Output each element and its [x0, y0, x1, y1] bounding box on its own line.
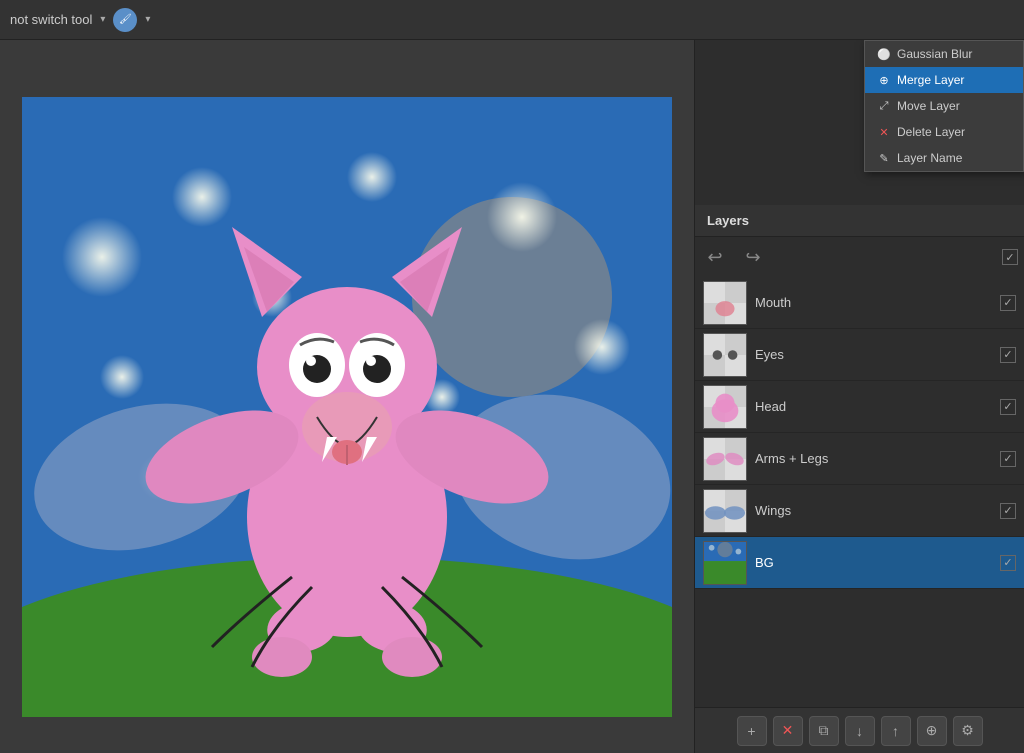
layer-item-head[interactable]: Head — [695, 381, 1024, 433]
add-layer-button[interactable]: + — [737, 716, 767, 746]
drawing-canvas[interactable] — [22, 97, 672, 717]
main-toolbar: not switch tool ▾ 🖌 ▾ — [0, 0, 1024, 40]
layer-item-bg[interactable]: BG — [695, 537, 1024, 589]
layers-panel: Layers ↩ ↪ — [695, 205, 1024, 753]
merge-layers-button[interactable]: ⊕ — [917, 716, 947, 746]
gaussian-blur-icon: ⚪ — [877, 48, 891, 61]
canvas-area — [0, 40, 694, 753]
layer-name-wings: Wings — [755, 503, 992, 518]
move-layer-icon: ⤢ — [877, 100, 891, 113]
layer-item-arms-legs[interactable]: Arms + Legs — [695, 433, 1024, 485]
move-layer-up-button[interactable]: ↑ — [881, 716, 911, 746]
tool-icon: 🖌 — [113, 8, 137, 32]
canvas-wrapper[interactable] — [22, 97, 672, 717]
layers-header: Layers — [695, 205, 1024, 237]
redo-button[interactable]: ↪ — [739, 243, 767, 271]
right-panel: ⚪ Gaussian Blur ⊕ Merge Layer ⤢ Move Lay… — [694, 40, 1024, 753]
layer-thumb-wings — [703, 489, 747, 533]
menu-item-layer-name[interactable]: ✎ Layer Name — [865, 145, 1023, 171]
layer-visible-eyes[interactable] — [1000, 347, 1016, 363]
delete-layer-icon: ✕ — [877, 126, 891, 139]
context-menu: ⚪ Gaussian Blur ⊕ Merge Layer ⤢ Move Lay… — [864, 40, 1024, 172]
brush-dropdown-arrow-icon[interactable]: ▾ — [145, 14, 150, 25]
layer-visible-arms-legs[interactable] — [1000, 451, 1016, 467]
layer-visible-mouth[interactable] — [1000, 295, 1016, 311]
layer-thumb-mouth — [703, 281, 747, 325]
undo-button[interactable]: ↩ — [701, 243, 729, 271]
layers-list: Mouth Eyes — [695, 277, 1024, 707]
layer-thumb-bg — [703, 541, 747, 585]
menu-item-merge-layer[interactable]: ⊕ Merge Layer — [865, 67, 1023, 93]
tool-dropdown-arrow-icon[interactable]: ▾ — [100, 14, 105, 25]
layer-thumb-arms-legs — [703, 437, 747, 481]
layer-name-icon: ✎ — [877, 152, 891, 165]
layer-visible-head[interactable] — [1000, 399, 1016, 415]
duplicate-layer-button[interactable]: ⧉ — [809, 716, 839, 746]
undo-redo-area: ↩ ↪ — [695, 237, 1024, 277]
move-layer-down-button[interactable]: ↓ — [845, 716, 875, 746]
layer-thumb-eyes — [703, 333, 747, 377]
layers-bottom-toolbar: + ✕ ⧉ ↓ ↑ ⊕ ⚙ — [695, 707, 1024, 753]
layer-name-arms-legs: Arms + Legs — [755, 451, 992, 466]
layer-thumb-head — [703, 385, 747, 429]
delete-layer-button[interactable]: ✕ — [773, 716, 803, 746]
merge-layer-icon: ⊕ — [877, 74, 891, 87]
layer-visible-wings[interactable] — [1000, 503, 1016, 519]
layer-name-mouth: Mouth — [755, 295, 992, 310]
menu-item-move-layer[interactable]: ⤢ Move Layer — [865, 93, 1023, 119]
layer-item-eyes[interactable]: Eyes — [695, 329, 1024, 381]
menu-item-delete-layer[interactable]: ✕ Delete Layer — [865, 119, 1023, 145]
menu-item-gaussian-blur[interactable]: ⚪ Gaussian Blur — [865, 41, 1023, 67]
layer-settings-button[interactable]: ⚙ — [953, 716, 983, 746]
tool-name-label: not switch tool — [10, 12, 92, 27]
layer-name-head: Head — [755, 399, 992, 414]
main-area: ⚪ Gaussian Blur ⊕ Merge Layer ⤢ Move Lay… — [0, 40, 1024, 753]
layer-name-eyes: Eyes — [755, 347, 992, 362]
layer-visibility-toggle[interactable] — [1002, 249, 1018, 265]
layer-item-mouth[interactable]: Mouth — [695, 277, 1024, 329]
layer-name-bg: BG — [755, 555, 992, 570]
layer-item-wings[interactable]: Wings — [695, 485, 1024, 537]
layer-visible-bg[interactable] — [1000, 555, 1016, 571]
